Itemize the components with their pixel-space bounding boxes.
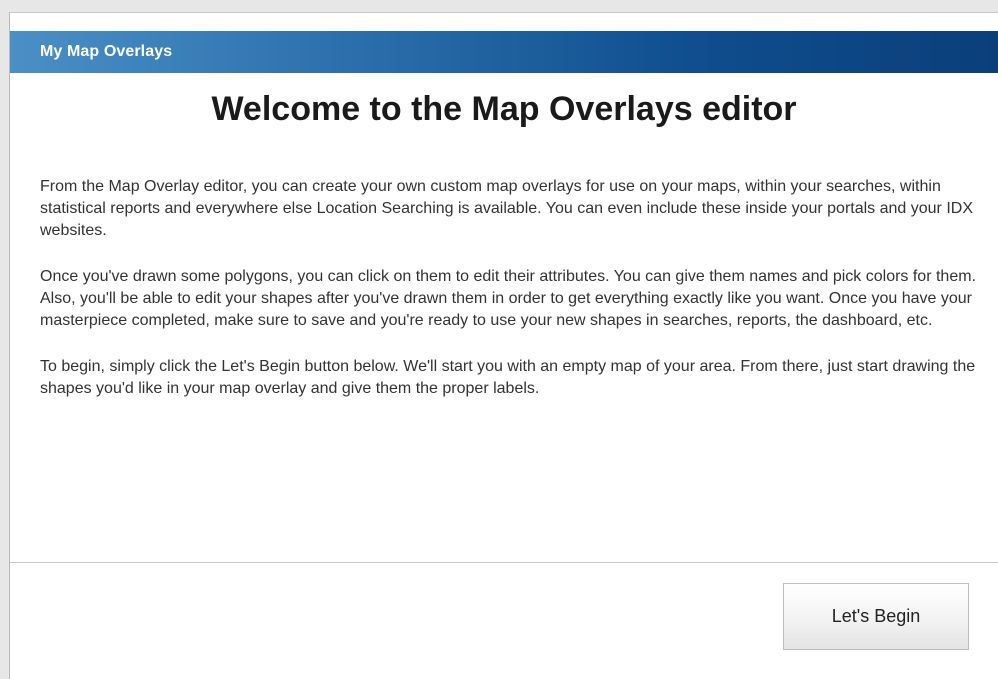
panel-header: My Map Overlays — [10, 31, 998, 73]
intro-paragraph: To begin, simply click the Let's Begin b… — [40, 358, 976, 397]
intro-paragraph: From the Map Overlay editor, you can cre… — [40, 178, 973, 239]
intro-paragraph: Once you've drawn some polygons, you can… — [40, 268, 976, 329]
footer-divider — [10, 562, 998, 563]
page-title: Welcome to the Map Overlays editor — [211, 90, 797, 128]
panel-title: My Map Overlays — [40, 43, 173, 60]
intro-text: From the Map Overlay editor, you can cre… — [40, 176, 980, 424]
lets-begin-button[interactable]: Let's Begin — [783, 583, 969, 650]
